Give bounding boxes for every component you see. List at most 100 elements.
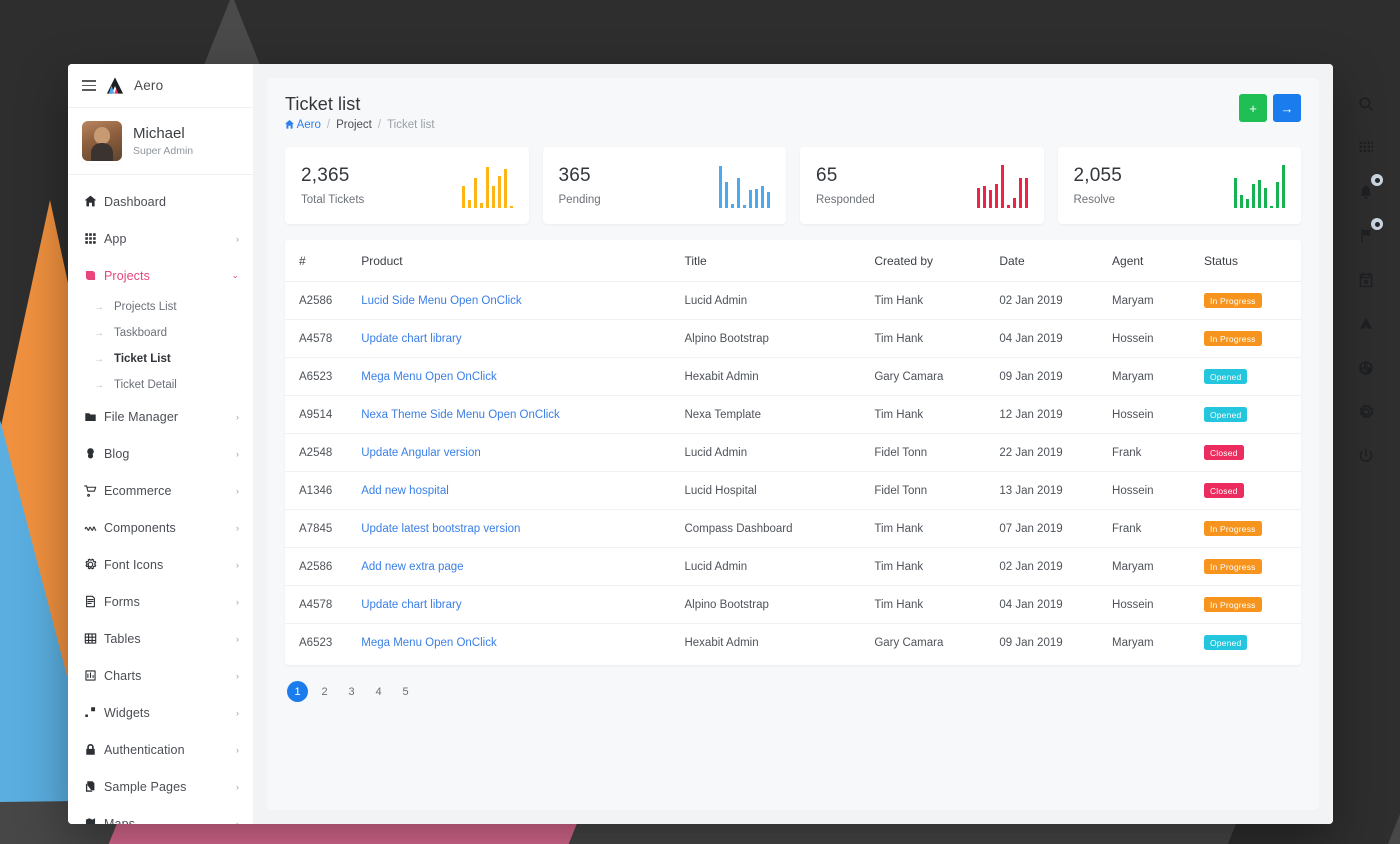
sidebar-item-label: File Manager: [104, 409, 179, 424]
blog-icon: [84, 447, 104, 460]
stat-card-pending: 365 Pending: [542, 147, 786, 224]
gear-icon: [1359, 404, 1374, 419]
sidebar-item-projects[interactable]: Projects ⌄: [68, 257, 253, 294]
table-row[interactable]: A2548 Update Angular version Lucid Admin Fi…: [285, 433, 1301, 472]
sidebar-brand: Aero: [68, 64, 253, 108]
calendar-icon[interactable]: [1354, 268, 1378, 292]
cell-product-link[interactable]: Lucid Side Menu Open OnClick: [361, 295, 521, 307]
column-header-title: Title: [684, 240, 875, 282]
cell-product-link[interactable]: Add new extra page: [361, 561, 463, 573]
cell-product-link[interactable]: Update Angular version: [361, 447, 481, 459]
drive-icon: [1359, 317, 1373, 329]
pagination-page-3[interactable]: 3: [341, 681, 362, 702]
sidebar-item-maps[interactable]: Maps ›: [68, 805, 253, 824]
chevron-right-icon: ›: [236, 233, 239, 244]
sidebar-item-sample-pages[interactable]: Sample Pages ›: [68, 768, 253, 805]
cell-id: A4578: [285, 585, 362, 624]
sidebar-item-font-icons[interactable]: Font Icons ›: [68, 546, 253, 583]
pagination-page-1[interactable]: 1: [287, 681, 308, 702]
sparkline-bar-chart: [1234, 164, 1285, 208]
breadcrumb-middle[interactable]: Project: [336, 119, 372, 131]
sidebar-item-widgets[interactable]: Widgets ›: [68, 694, 253, 731]
sidebar-item-label: Maps: [104, 816, 135, 825]
table-row[interactable]: A7845 Update latest bootstrap version Comp…: [285, 509, 1301, 548]
sidebar-item-app[interactable]: App ›: [68, 220, 253, 257]
sidebar-item-forms[interactable]: Forms ›: [68, 583, 253, 620]
cell-product-link[interactable]: Mega Menu Open OnClick: [361, 637, 497, 649]
notification-badge: [1371, 174, 1383, 186]
cell-id: A4578: [285, 319, 362, 358]
column-header-agent: Agent: [1112, 240, 1204, 282]
status-badge: Opened: [1203, 407, 1248, 422]
column-header-created-by: Created by: [874, 240, 1000, 282]
cell-product-link[interactable]: Update chart library: [361, 599, 461, 611]
table-row[interactable]: A6523 Mega Menu Open OnClick Hexabit Admin…: [285, 357, 1301, 396]
app-window: Aero Michael Super Admin Dashboard App › Pr…: [68, 64, 1333, 824]
drive-icon[interactable]: [1354, 312, 1378, 336]
cell-created-by: Gary Camara: [874, 357, 1000, 396]
cell-id: A2548: [285, 433, 362, 472]
sidebar-subitem-ticket-list[interactable]: → Ticket List: [68, 346, 253, 372]
table-row[interactable]: A1346 Add new hospital Lucid Hospital Fidel…: [285, 471, 1301, 510]
sidebar: Aero Michael Super Admin Dashboard App › Pr…: [68, 64, 253, 824]
cell-product-link[interactable]: Nexa Theme Side Menu Open OnClick: [361, 409, 560, 421]
arrow-right-icon: →: [94, 301, 104, 313]
cell-created-by: Fidel Tonn: [874, 471, 1000, 510]
cell-product-link[interactable]: Update chart library: [361, 333, 461, 345]
cell-id: A2586: [285, 547, 362, 586]
cell-date: 04 Jan 2019: [999, 319, 1113, 358]
search-icon[interactable]: [1354, 92, 1378, 116]
apps-icon: [84, 232, 104, 245]
power-icon[interactable]: [1354, 444, 1378, 468]
pagination-page-2[interactable]: 2: [314, 681, 335, 702]
table-row[interactable]: A2586 Lucid Side Menu Open OnClick Lucid A…: [285, 281, 1301, 320]
table-row[interactable]: A9514 Nexa Theme Side Menu Open OnClick Ne…: [285, 395, 1301, 434]
sidebar-item-label: Authentication: [104, 742, 185, 757]
globe-icon[interactable]: [1354, 356, 1378, 380]
sidebar-item-components[interactable]: Components ›: [68, 509, 253, 546]
table-row[interactable]: A4578 Update chart library Alpino Bootstra…: [285, 585, 1301, 624]
sidebar-item-tables[interactable]: Tables ›: [68, 620, 253, 657]
bell-icon[interactable]: [1354, 174, 1383, 204]
cell-product-link[interactable]: Mega Menu Open OnClick: [361, 371, 497, 383]
sidebar-subitem-taskboard[interactable]: → Taskboard: [68, 320, 253, 346]
table-row[interactable]: A2586 Add new extra page Lucid Admin Tim Ha…: [285, 547, 1301, 586]
next-button[interactable]: →: [1273, 94, 1301, 122]
sidebar-item-authentication[interactable]: Authentication ›: [68, 731, 253, 768]
sidebar-item-dashboard[interactable]: Dashboard: [68, 183, 253, 220]
add-button[interactable]: +: [1239, 94, 1267, 122]
cell-product-link[interactable]: Add new hospital: [361, 485, 449, 497]
cell-title: Alpino Bootstrap: [684, 585, 875, 624]
calendar-icon: [1359, 272, 1373, 288]
chevron-right-icon: ›: [236, 596, 239, 607]
flag-icon[interactable]: [1354, 218, 1383, 248]
breadcrumb-home[interactable]: Aero: [285, 119, 321, 131]
pagination-page-5[interactable]: 5: [395, 681, 416, 702]
ticket-table-card: # Product Title Created by Date Agent Status A…: [285, 240, 1301, 665]
grid-apps-icon[interactable]: [1354, 136, 1378, 160]
breadcrumb-separator-1: /: [326, 119, 331, 131]
cell-title: Nexa Template: [684, 395, 875, 434]
sidebar-subitem-ticket-detail[interactable]: → Ticket Detail: [68, 372, 253, 398]
user-name: Michael: [133, 125, 185, 143]
table-row[interactable]: A4578 Update chart library Alpino Bootstra…: [285, 319, 1301, 358]
gear-icon: [84, 558, 104, 571]
sidebar-subitem-projects-list[interactable]: → Projects List: [68, 294, 253, 320]
sidebar-item-ecommerce[interactable]: Ecommerce ›: [68, 472, 253, 509]
cell-date: 09 Jan 2019: [999, 636, 1063, 649]
table-row[interactable]: A6523 Mega Menu Open OnClick Hexabit Admin…: [285, 624, 1301, 662]
projects-icon: [84, 269, 104, 282]
cell-product-link[interactable]: Update latest bootstrap version: [361, 523, 520, 535]
pagination-page-4[interactable]: 4: [368, 681, 389, 702]
sidebar-item-file-manager[interactable]: File Manager ›: [68, 398, 253, 435]
sidebar-item-charts[interactable]: Charts ›: [68, 657, 253, 694]
sidebar-item-label: Dashboard: [104, 194, 167, 209]
stat-value: 2,365: [301, 165, 350, 186]
sidebar-item-blog[interactable]: Blog ›: [68, 435, 253, 472]
gear-icon[interactable]: [1354, 400, 1378, 424]
column-header-status: Status: [1203, 240, 1301, 282]
cell-agent: Maryam: [1112, 281, 1204, 320]
cell-agent: Maryam: [1112, 547, 1204, 586]
hamburger-icon[interactable]: [82, 80, 96, 91]
sidebar-user[interactable]: Michael Super Admin: [68, 108, 253, 175]
